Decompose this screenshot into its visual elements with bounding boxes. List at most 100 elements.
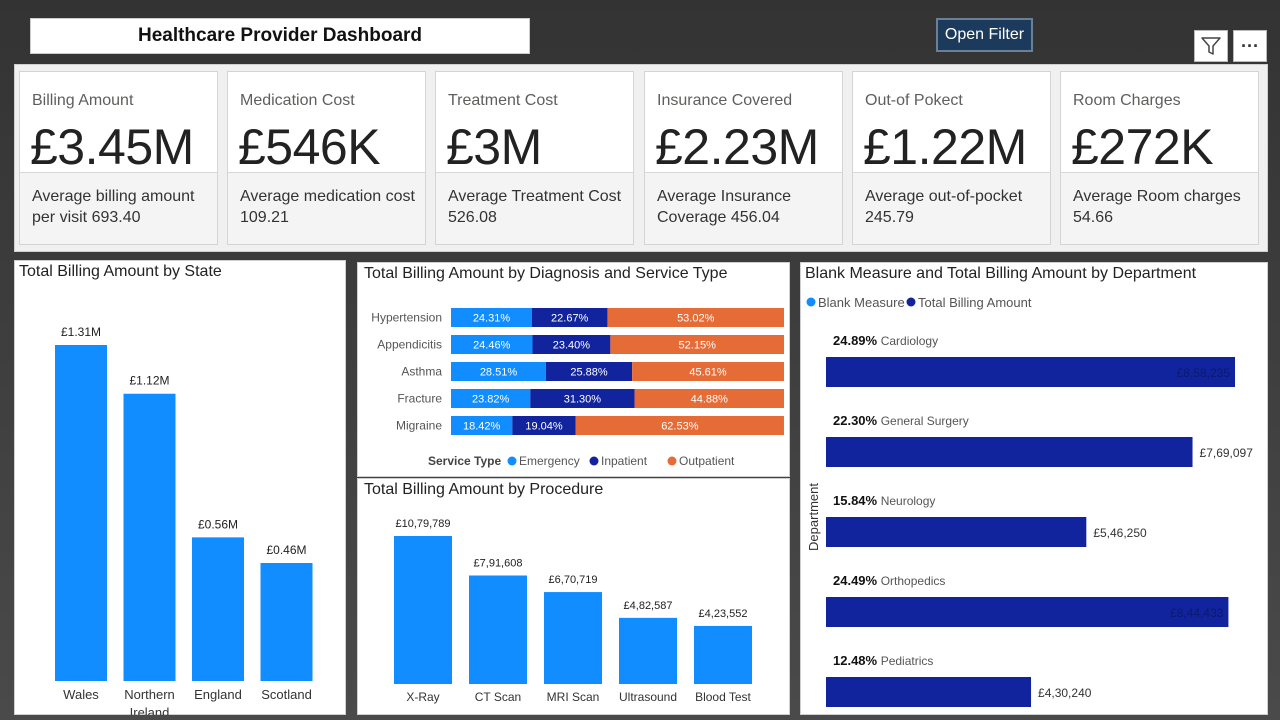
- category-label: Migraine: [396, 419, 442, 433]
- procedure-chart-panel: Total Billing Amount by Procedure £10,79…: [357, 478, 790, 715]
- category-label: X-Ray: [406, 690, 439, 704]
- kpi-value: £272K: [1071, 119, 1214, 175]
- department-label: 12.48% Pediatrics: [833, 653, 933, 668]
- data-label: £7,69,097: [1200, 446, 1254, 460]
- bar-orthopedics: [826, 597, 1229, 627]
- open-filter-button[interactable]: Open Filter: [936, 18, 1033, 52]
- procedure-bar-chart: £10,79,789 X-Ray £7,91,608 CT Scan £6,70,719…: [394, 518, 752, 704]
- bar-mri-scan: [544, 592, 602, 684]
- segment-label: 24.46%: [473, 340, 511, 352]
- kpi-subtext: Average billing amount per visit 693.40: [32, 188, 195, 226]
- kpi-card-treatment: Treatment Cost £3M Average Treatment Cos…: [435, 71, 634, 245]
- category-label: Hypertension: [371, 311, 442, 325]
- legend-label: Emergency: [519, 454, 580, 468]
- category-label: Fracture: [397, 392, 442, 406]
- legend-marker: [806, 297, 816, 307]
- kpi-label: Out-of Pokect: [865, 92, 963, 109]
- diagnosis-chart-panel: Total Billing Amount by Diagnosis and Se…: [357, 262, 790, 477]
- kpi-subtext: Average medication cost 109.21: [240, 188, 415, 226]
- category-label: Wales: [63, 687, 99, 702]
- diagnosis-stacked-chart: Hypertension 24.31% 22.67% 53.02% Appendicit…: [371, 308, 785, 468]
- legend-title: Service Type: [428, 454, 501, 468]
- bar-general-surgery: [826, 437, 1193, 467]
- kpi-label: Insurance Covered: [657, 92, 793, 109]
- data-label: £1.31M: [61, 325, 101, 339]
- kpi-value: £1.22M: [863, 119, 1027, 175]
- bar-ultrasound: [619, 617, 677, 684]
- segment-label: 19.04%: [525, 421, 563, 433]
- data-label: £4,82,587: [624, 600, 673, 612]
- segment-label: 28.51%: [480, 367, 518, 379]
- chart-title: Total Billing Amount by Diagnosis and Se…: [364, 265, 728, 282]
- bar-wales: [55, 345, 107, 681]
- data-label: £7,91,608: [474, 557, 523, 569]
- legend-marker: [906, 297, 916, 307]
- legend-label: Inpatient: [601, 454, 648, 468]
- data-label: £0.56M: [198, 517, 238, 531]
- data-label: £10,79,789: [395, 518, 450, 530]
- segment-label: 62.53%: [661, 421, 699, 433]
- category-label: Blood Test: [695, 690, 751, 704]
- segment-label: 18.42%: [463, 421, 501, 433]
- kpi-card-out-of-pocket: Out-of Pokect £1.22M Average out-of-pock…: [852, 71, 1051, 245]
- category-label: Ireland: [130, 705, 170, 715]
- data-label: £1.12M: [129, 374, 169, 388]
- funnel-icon: [1201, 37, 1221, 55]
- kpi-label: Room Charges: [1073, 92, 1181, 109]
- data-label: £5,46,250: [1093, 526, 1147, 540]
- segment-label: 44.88%: [691, 394, 729, 406]
- department-label: 24.89% Cardiology: [833, 333, 938, 348]
- axis-label: Department: [806, 483, 821, 551]
- legend-marker: [507, 456, 517, 466]
- department-label: 22.30% General Surgery: [833, 413, 969, 428]
- category-label: MRI Scan: [547, 690, 600, 704]
- kpi-subtext: Average Treatment Cost 526.08: [448, 188, 622, 226]
- bar-blood-test: [694, 625, 752, 684]
- dashboard-title: Healthcare Provider Dashboard: [30, 18, 530, 54]
- data-label: £4,23,552: [699, 608, 748, 620]
- bar-ct-scan: [469, 575, 527, 684]
- bar-cardiology: [826, 357, 1235, 387]
- kpi-value: £3M: [446, 119, 542, 175]
- bar-england: [192, 537, 244, 681]
- bar-x-ray: [394, 536, 452, 684]
- bar-pediatrics: [826, 677, 1032, 707]
- category-label: Northern: [124, 687, 175, 702]
- segment-label: 23.82%: [472, 394, 510, 406]
- bar-scotland: [260, 563, 313, 681]
- legend-label: Total Billing Amount: [918, 295, 1032, 310]
- data-label: £8,58,235: [1177, 366, 1231, 380]
- category-label: Asthma: [401, 365, 442, 379]
- category-label: Appendicitis: [377, 338, 442, 352]
- kpi-value: £2.23M: [655, 119, 819, 175]
- kpi-card-room-charges: Room Charges £272K Average Room charges …: [1060, 71, 1259, 245]
- segment-label: 52.15%: [679, 340, 717, 352]
- chart-title: Total Billing Amount by Procedure: [364, 481, 604, 498]
- bar-neurology: [826, 517, 1087, 547]
- more-icon: ···: [1241, 35, 1259, 56]
- kpi-label: Treatment Cost: [448, 92, 558, 109]
- kpi-value: £546K: [238, 119, 381, 175]
- segment-label: 45.61%: [689, 367, 727, 379]
- kpi-subtext: Average Room charges 54.66: [1073, 188, 1241, 226]
- kpi-row: Billing Amount £3.45M Average billing am…: [14, 64, 1268, 252]
- more-options-button[interactable]: ···: [1233, 30, 1267, 62]
- kpi-label: Billing Amount: [32, 92, 134, 109]
- state-bar-chart: £1.31M Wales £1.12M Northern Ireland £0.56M En…: [55, 325, 313, 715]
- legend-label: Outpatient: [679, 454, 735, 468]
- segment-label: 23.40%: [553, 340, 591, 352]
- category-label: Ultrasound: [619, 690, 677, 704]
- department-bar-chart: Blank Measure Total Billing Amount Departm…: [806, 295, 1254, 707]
- kpi-label: Medication Cost: [240, 92, 355, 109]
- data-label: £6,70,719: [549, 574, 598, 586]
- segment-label: 25.88%: [570, 367, 608, 379]
- data-label: £0.46M: [266, 543, 306, 557]
- filter-pane-button[interactable]: [1194, 30, 1228, 62]
- department-label: 24.49% Orthopedics: [833, 573, 945, 588]
- bar-northern-ireland: [123, 393, 176, 681]
- kpi-card-insurance: Insurance Covered £2.23M Average Insuran…: [644, 71, 843, 245]
- chart-title: Total Billing Amount by State: [19, 263, 222, 280]
- segment-label: 31.30%: [564, 394, 602, 406]
- segment-label: 53.02%: [677, 313, 715, 325]
- kpi-card-medication: Medication Cost £546K Average medication…: [227, 71, 426, 245]
